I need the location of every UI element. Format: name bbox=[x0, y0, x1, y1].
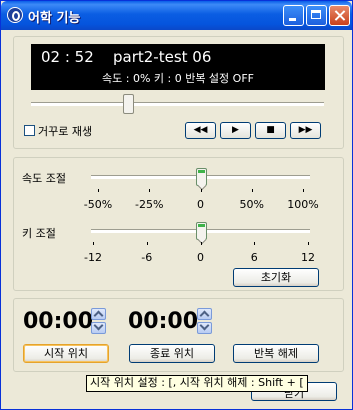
key-tick-label: -12 bbox=[84, 251, 102, 264]
chevron-down-icon bbox=[93, 320, 104, 331]
end-time-down-button[interactable] bbox=[197, 320, 212, 334]
close-window-button[interactable] bbox=[329, 5, 350, 26]
position-slider-track[interactable] bbox=[31, 102, 324, 106]
repeat-end-time[interactable]: 00:00 bbox=[128, 309, 198, 334]
track-name: part2-test 06 bbox=[113, 48, 212, 66]
app-icon bbox=[7, 7, 23, 23]
speed-tick-mark bbox=[201, 189, 202, 192]
speed-tick-label: 0 bbox=[197, 198, 204, 211]
stop-icon: ■ bbox=[266, 125, 275, 135]
chevron-down-icon bbox=[199, 320, 210, 331]
key-tick-mark bbox=[93, 242, 94, 245]
elapsed-time: 02 : 52 bbox=[41, 48, 94, 66]
speed-label: 속도 조절 bbox=[22, 172, 66, 185]
window-title: 어학 기능 bbox=[28, 11, 81, 26]
shortcut-tooltip: 시작 위치 설정 : [, 시작 위치 해제 : Shift + [ bbox=[86, 375, 308, 392]
end-time-up-button[interactable] bbox=[197, 308, 212, 321]
key-tick-mark bbox=[254, 242, 255, 245]
start-time-up-button[interactable] bbox=[91, 308, 106, 321]
title-bar[interactable]: 어학 기능 bbox=[1, 1, 352, 30]
speed-tick-mark bbox=[98, 189, 99, 192]
fast-forward-button[interactable]: ▶▶ bbox=[290, 122, 321, 139]
set-start-position-button[interactable]: 시작 위치 bbox=[23, 344, 109, 363]
key-tick-mark bbox=[201, 242, 202, 245]
reverse-play-label: 거꾸로 재생 bbox=[38, 125, 93, 138]
rewind-icon: ◀◀ bbox=[193, 125, 208, 135]
key-tick-mark bbox=[147, 242, 148, 245]
key-label: 키 조절 bbox=[22, 227, 56, 240]
reset-button[interactable]: 초기화 bbox=[233, 268, 319, 287]
speed-tick-mark bbox=[149, 189, 150, 192]
play-icon: ▶ bbox=[232, 125, 239, 135]
repeat-start-time[interactable]: 00:00 bbox=[23, 309, 93, 334]
fast-forward-icon: ▶▶ bbox=[298, 125, 313, 135]
minimize-button[interactable] bbox=[283, 5, 304, 26]
chevron-up-icon bbox=[93, 310, 104, 321]
track-display: 02 : 52 part2-test 06 속도 : 0% 키 : 0 반복 설… bbox=[31, 44, 325, 90]
set-end-position-button[interactable]: 종료 위치 bbox=[129, 344, 215, 363]
speed-tick-label: -50% bbox=[83, 198, 113, 211]
speed-tick-mark bbox=[252, 189, 253, 192]
key-tick-label: -6 bbox=[141, 251, 153, 264]
play-button[interactable]: ▶ bbox=[220, 122, 251, 139]
chevron-up-icon bbox=[199, 310, 210, 321]
speed-slider-thumb[interactable] bbox=[195, 168, 207, 186]
language-study-window: 어학 기능 02 : 52 part2-test 06 속도 : 0% 키 : … bbox=[0, 0, 353, 410]
key-tick-label: 6 bbox=[250, 251, 258, 264]
maximize-button[interactable] bbox=[306, 5, 327, 26]
speed-tick-label: -25% bbox=[135, 198, 164, 211]
speed-tick-label: 50% bbox=[239, 198, 264, 211]
clear-repeat-button[interactable]: 반복 해제 bbox=[233, 344, 319, 363]
start-time-down-button[interactable] bbox=[91, 320, 106, 334]
speed-tick-label: 100% bbox=[287, 198, 319, 211]
key-tick-label: 0 bbox=[197, 251, 204, 264]
speed-tick-mark bbox=[303, 189, 304, 192]
key-tick-mark bbox=[308, 242, 309, 245]
reverse-play-checkbox[interactable] bbox=[24, 125, 35, 136]
playback-status: 속도 : 0% 키 : 0 반복 설정 OFF bbox=[102, 72, 254, 85]
rewind-button[interactable]: ◀◀ bbox=[185, 122, 216, 139]
key-slider-thumb[interactable] bbox=[195, 222, 207, 240]
position-slider-thumb[interactable] bbox=[122, 94, 134, 114]
stop-button[interactable]: ■ bbox=[255, 122, 286, 139]
key-tick-label: 12 bbox=[301, 251, 315, 264]
